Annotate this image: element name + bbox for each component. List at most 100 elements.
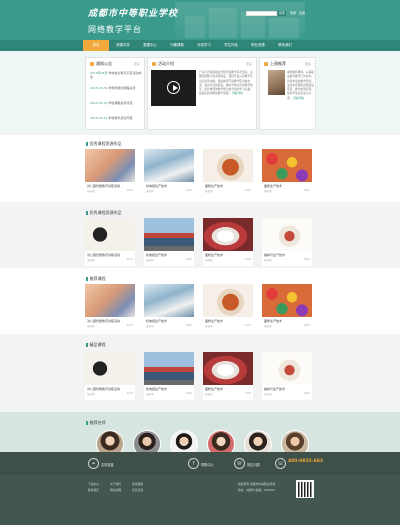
main-nav: 首页 资源共享 数据中心 兴趣课程 在线学习 学生作品 职业资源 联系我们: [0, 40, 400, 51]
course-card[interactable]: 面粉生产技术 张老师 1023: [203, 284, 253, 332]
course-card[interactable]: 机电组生产技术 张老师 1023: [144, 352, 194, 400]
recommend-detail-link[interactable]: 查看详情: [293, 96, 304, 100]
nav-item-career-resources[interactable]: 职业资源: [245, 40, 271, 51]
footer-link[interactable]: 联系我们: [88, 488, 99, 492]
page: 成都市中等职业学校 网络教学平台 搜索 登录 注册 首页 资源共享 数据中心 兴…: [0, 0, 400, 525]
course-card[interactable]: 对儿童智能教育训练活动 张老师 1023: [85, 218, 135, 266]
footer-phone: 400-0835-683: [288, 459, 324, 464]
notice-item[interactable]: 2015-03-31 学校申报的课程资源: [90, 86, 142, 90]
course-card[interactable]: 机电组生产技术 张老师 1023: [144, 149, 194, 197]
section-background: [0, 202, 400, 268]
course-card[interactable]: 面粉生产技术 张老师 1023: [203, 149, 253, 197]
course-meta: 张老师 1023: [146, 392, 192, 396]
notice-panel: 通知公告 更多 2015年03月 学校信息教育示范活动成功 2015-03-31…: [85, 57, 145, 130]
nav-item-student-works[interactable]: 学生作品: [218, 40, 244, 51]
section-title: 优秀课程资源作品: [86, 141, 122, 147]
activity-detail-link[interactable]: 查看详情: [232, 91, 243, 95]
course-thumbnail-calligraphy: [85, 352, 135, 385]
course-thumbnail-tea: [203, 149, 253, 182]
course-card[interactable]: 机电组生产技术 张老师 1023: [144, 218, 194, 266]
course-caption: 机电组生产技术: [146, 387, 168, 391]
course-card[interactable]: 对儿童智能教育训练活动 张老师 1023: [85, 352, 135, 400]
course-card[interactable]: 面粉生产技术 张老师 1023: [262, 149, 312, 197]
footer-copyright: 版权所有 成都市中等职业学校: [238, 482, 276, 486]
footer-link[interactable]: 使用帮助: [132, 482, 143, 486]
course-caption: 面粉生产技术: [264, 319, 283, 323]
footer-link[interactable]: 下载中心: [88, 482, 99, 486]
course-card[interactable]: 面粉生产技术 张老师 1023: [262, 284, 312, 332]
section-background: [0, 334, 400, 412]
course-thumbnail-wine: [203, 218, 253, 251]
section-title: 推荐课程: [86, 276, 106, 282]
course-caption: 播种与生产技术: [264, 387, 286, 391]
course-caption: 面粉生产技术: [205, 387, 224, 391]
activity-video[interactable]: [151, 70, 196, 106]
course-meta: 张老师 1023: [264, 258, 310, 262]
course-card[interactable]: 播种与生产技术 张老师 1023: [262, 218, 312, 266]
recommend-more-link[interactable]: 更多: [305, 62, 311, 66]
course-caption: 面粉生产技术: [205, 319, 224, 323]
course-meta: 张老师 1023: [264, 189, 310, 193]
course-meta: 张老师 1023: [264, 392, 310, 396]
course-thumbnail-calligraphy: [85, 218, 135, 251]
course-thumbnail-city: [144, 218, 194, 251]
recommend-title: 上周推荐: [270, 61, 286, 66]
notice-more-link[interactable]: 更多: [134, 62, 140, 66]
course-meta: 张老师 1023: [264, 324, 310, 328]
course-meta: 张老师 1023: [205, 258, 251, 262]
platform-name: 网络教学平台: [88, 25, 142, 34]
course-meta: 张老师 1023: [87, 392, 133, 396]
link-icon: ⚭: [88, 458, 99, 469]
course-thumbnail-tea: [203, 284, 253, 317]
activity-more-link[interactable]: 更多: [246, 62, 252, 66]
footer-friend-links[interactable]: 友情链接: [101, 462, 114, 467]
course-card[interactable]: 对儿童智能教育训练活动 张老师 1023: [85, 149, 135, 197]
notice-item[interactable]: 2015-03-31 学校课程资源评选: [90, 101, 142, 105]
course-caption: 面粉生产技术: [205, 184, 224, 188]
footer-top-bar: [0, 452, 400, 475]
footer-link[interactable]: 网站地图: [110, 488, 121, 492]
course-caption: 对儿童智能教育训练活动: [87, 253, 121, 257]
section-title: 精品课程: [86, 342, 106, 348]
course-card[interactable]: 机电组生产技术 张老师 1023: [144, 284, 194, 332]
course-card[interactable]: 面粉生产技术 张老师 1023: [203, 218, 253, 266]
footer-faq[interactable]: 常见问题: [247, 462, 260, 467]
school-name: 成都市中等职业学校: [88, 9, 179, 19]
notice-item[interactable]: 2015年03月 学校信息教育示范活动成功: [90, 71, 142, 79]
help-icon: ?: [188, 458, 199, 469]
teachers-title: 推荐名师: [86, 420, 106, 426]
course-thumbnail-dish: [262, 218, 312, 251]
footer-link[interactable]: 关于我们: [110, 482, 121, 486]
header: 成都市中等职业学校 网络教学平台 搜索 登录 注册: [0, 0, 400, 40]
course-meta: 张老师 1023: [87, 324, 133, 328]
search-button[interactable]: 搜索: [278, 11, 286, 16]
footer-help-center[interactable]: 帮助中心: [201, 462, 214, 467]
section-background: [0, 135, 400, 202]
course-thumbnail-candy: [262, 149, 312, 182]
play-icon[interactable]: [167, 81, 180, 94]
course-meta: 张老师 1023: [205, 392, 251, 396]
notice-icon: [90, 61, 94, 66]
course-meta: 张老师 1023: [146, 258, 192, 262]
search-input[interactable]: [246, 11, 277, 16]
course-card[interactable]: 面粉生产技术 张老师 1023: [203, 352, 253, 400]
course-card[interactable]: 播种与生产技术 张老师 1023: [262, 352, 312, 400]
footer-link[interactable]: 意见反馈: [132, 488, 143, 492]
course-caption: 机电组生产技术: [146, 184, 168, 188]
course-thumbnail-city: [144, 352, 194, 385]
register-link[interactable]: 注册: [299, 11, 305, 16]
nav-item-home[interactable]: 首页: [83, 40, 109, 51]
nav-item-resources[interactable]: 资源共享: [110, 40, 136, 51]
section-background: [0, 268, 400, 334]
recommend-teacher-photo: [268, 70, 285, 95]
notice-item[interactable]: 2015-03-31 学校教学活动开展: [90, 116, 142, 120]
nav-item-online-learning[interactable]: 在线学习: [191, 40, 217, 51]
nav-item-contact[interactable]: 联系我们: [272, 40, 298, 51]
course-card[interactable]: 对儿童智能教育训练活动 张老师 1023: [85, 284, 135, 332]
nav-item-data-center[interactable]: 数据中心: [137, 40, 163, 51]
course-thumbnail-wine: [203, 352, 253, 385]
login-link[interactable]: 登录: [290, 11, 296, 16]
question-icon: ✉: [234, 458, 245, 469]
course-meta: 张老师 1023: [87, 258, 133, 262]
nav-item-interest-courses[interactable]: 兴趣课程: [164, 40, 190, 51]
